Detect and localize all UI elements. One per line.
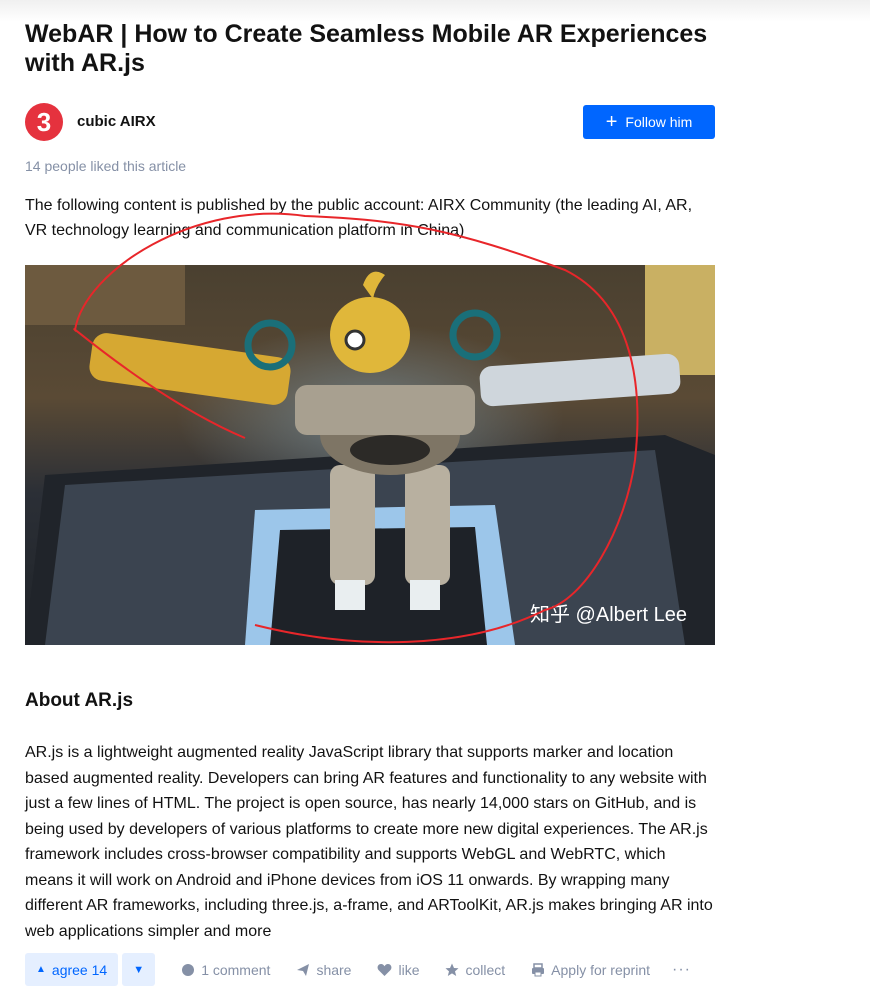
caret-up-icon: ▲ [36, 964, 46, 975]
action-bar: ▲ agree 14 ▼ 1 comment share like collec… [25, 953, 825, 986]
plus-icon: + [605, 111, 618, 133]
robot-leg-right [405, 465, 450, 585]
heart-icon [378, 963, 392, 976]
robot-chest [295, 385, 475, 435]
share-label: share [316, 961, 352, 978]
article-image: 知乎 @Albert Lee [25, 265, 715, 645]
author-row: 3 cubic AIRX + Follow him [25, 103, 715, 141]
agree-label: agree 14 [51, 961, 108, 978]
follow-button-label: Follow him [625, 114, 693, 130]
author-name[interactable]: cubic AIRX [77, 113, 156, 130]
reprint-button[interactable]: Apply for reprint [531, 962, 650, 978]
robot-waist [350, 435, 430, 465]
article-title: WebAR | How to Create Seamless Mobile AR… [25, 20, 708, 77]
collect-button[interactable]: collect [445, 962, 505, 978]
comment-button[interactable]: 1 comment [181, 962, 270, 978]
likes-count[interactable]: 14 people liked this article [25, 158, 186, 174]
avatar-text: 3 [37, 107, 51, 137]
more-icon[interactable]: ··· [672, 961, 691, 979]
robot-horn [363, 271, 385, 299]
avatar-icon: 3 [37, 107, 51, 137]
robot-head [330, 297, 410, 373]
body-paragraph: AR.js is a lightweight augmented reality… [25, 744, 713, 940]
reprint-label: Apply for reprint [551, 961, 650, 978]
robot-cable-right [449, 309, 501, 361]
disagree-button[interactable]: ▼ [122, 953, 156, 986]
image-watermark: 知乎 @Albert Lee [530, 603, 687, 626]
ar-robot-illustration: 知乎 @Albert Lee [25, 265, 715, 645]
like-label: like [398, 961, 420, 978]
like-button[interactable]: like [377, 962, 419, 978]
robot-arm-right [479, 353, 681, 407]
section-heading: About AR.js [25, 690, 134, 711]
avatar[interactable]: 3 [25, 103, 63, 141]
robot-foot-left [335, 580, 365, 610]
marker-inner [270, 527, 487, 645]
comment-icon [182, 963, 195, 976]
follow-button[interactable]: + Follow him [583, 105, 715, 139]
shelf-shape [25, 265, 185, 325]
caret-down-icon: ▼ [133, 963, 145, 976]
comment-label: 1 comment [201, 961, 271, 978]
robot-leg-left [330, 465, 375, 585]
top-shadow [0, 0, 870, 22]
share-button[interactable]: share [296, 962, 351, 978]
robot-eye [344, 329, 366, 351]
star-icon [445, 963, 459, 976]
reprint-icon [532, 962, 545, 976]
collect-label: collect [465, 961, 506, 978]
share-icon [297, 963, 310, 976]
robot-foot-right [410, 580, 440, 610]
intro-paragraph: The following content is published by th… [25, 197, 693, 239]
agree-button[interactable]: ▲ agree 14 [25, 953, 119, 986]
